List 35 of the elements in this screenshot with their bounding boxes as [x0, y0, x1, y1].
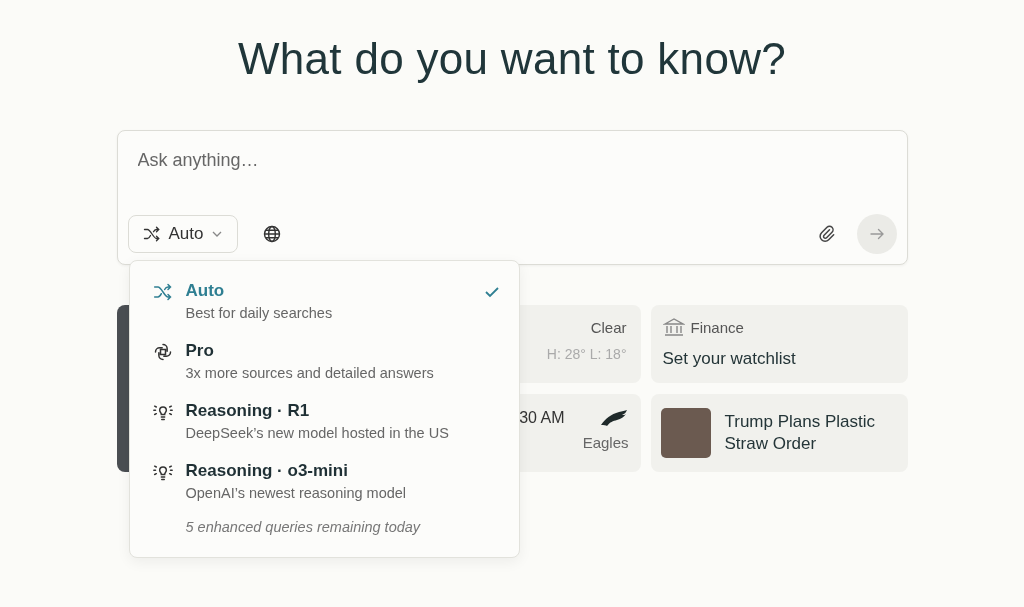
spiral-icon	[152, 342, 173, 362]
globe-icon[interactable]	[262, 224, 283, 244]
option-label: Reasoning · R1	[185, 401, 311, 421]
option-label: Auto	[185, 281, 226, 301]
card-prompt: Set your watchlist	[662, 349, 797, 369]
photo-placeholder	[660, 408, 711, 458]
paperclip-icon[interactable]	[816, 224, 837, 244]
mode-option[interactable]: Reasoning · R1 DeepSeek’s new model hosted in the US	[151, 401, 501, 441]
mode-option[interactable]: Auto Best for daily searches	[151, 281, 501, 321]
team-name: Eagles	[582, 434, 629, 451]
mode-button[interactable]: Auto	[127, 215, 239, 253]
card-title: Finance	[690, 318, 744, 336]
queries-remaining-note: 5 enhanced queries remaining today	[184, 519, 422, 535]
lightbulb-icon	[151, 402, 174, 422]
option-description: 3x more sources and detailed answers	[185, 365, 435, 381]
news-card[interactable]: Trump Plans Plastic Straw Order	[650, 394, 908, 472]
option-description: DeepSeek’s new model hosted in the US	[185, 425, 450, 441]
option-description: Best for daily searches	[185, 305, 334, 321]
mode-option[interactable]: Reasoning · o3-mini OpenAI’s newest reasoning model	[151, 461, 501, 501]
finance-card[interactable]: Finance Set your watchlist	[650, 305, 908, 383]
bank-icon	[662, 317, 685, 337]
search-field[interactable]: Ask anything…	[127, 147, 897, 173]
weather-condition: Clear	[590, 319, 627, 336]
search-box[interactable]: Ask anything… Auto	[116, 130, 908, 265]
page-heading: What do you want to know?	[238, 33, 786, 85]
option-description: OpenAI’s newest reasoning model	[185, 485, 408, 501]
option-label: Reasoning · o3-mini	[185, 461, 349, 481]
shuffle-icon	[152, 282, 173, 302]
shuffle-icon	[142, 225, 161, 243]
option-label: Pro	[185, 341, 215, 361]
game-time: 30 AM	[519, 409, 565, 427]
lightbulb-icon	[151, 462, 174, 482]
news-headline: Trump Plans Plastic Straw Order	[724, 411, 877, 455]
mode-option[interactable]: Pro 3x more sources and detailed answers	[151, 341, 501, 381]
temperature-range: H: 28° L: 18°	[546, 346, 627, 362]
